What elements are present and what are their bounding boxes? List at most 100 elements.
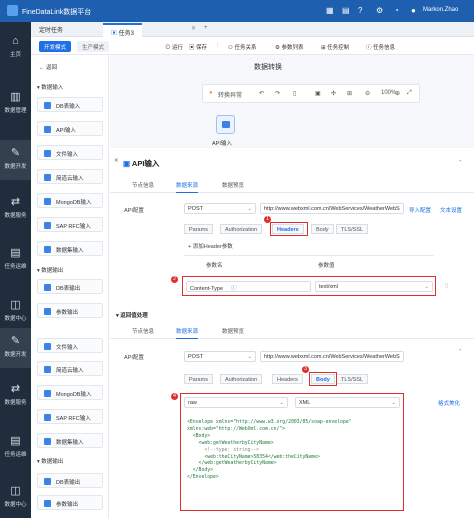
task-relation-button[interactable]: ⚇ 任务关系 xyxy=(228,43,256,51)
group-data-output[interactable]: ▾ 数据输出 xyxy=(37,266,63,274)
avatar[interactable]: ● xyxy=(411,6,416,15)
prod-mode-button[interactable]: 生产模式 xyxy=(77,41,110,52)
tab-node-info-2[interactable]: 节点信息 xyxy=(132,327,154,335)
tab-data-source-2[interactable]: 数据来源 xyxy=(176,327,199,339)
group-data-output-2[interactable]: ▾ 数据输出 xyxy=(37,457,63,465)
settings-icon[interactable]: ⚙ xyxy=(376,6,383,15)
task-ops-icon: ▤ xyxy=(10,247,21,259)
close-icon[interactable]: ✕ xyxy=(191,25,196,32)
import-config-link[interactable]: 导入配置 xyxy=(409,206,431,214)
dev-mode-button[interactable]: 开发模式 xyxy=(39,41,72,52)
node-api-input[interactable]: API输入 xyxy=(37,121,103,136)
task-info-button[interactable]: ⓘ 任务信息 xyxy=(366,43,395,51)
node-sap-input-2[interactable]: SAP RFC输入 xyxy=(37,409,103,424)
format-select[interactable]: XML ⌄ xyxy=(295,397,400,408)
method-select[interactable]: POST ⌄ xyxy=(184,203,256,214)
text-setting-link[interactable]: 文本设置 xyxy=(440,206,462,214)
abnormal-button[interactable]: 转换异常 xyxy=(218,90,242,99)
task-control-button[interactable]: ⊞ 任务控制 xyxy=(321,43,349,51)
add-header-button[interactable]: + 添加Header参数 xyxy=(188,242,233,250)
zoom-in-icon[interactable]: ⊕ xyxy=(395,90,400,97)
subtab-tls-2[interactable]: TLS/SSL xyxy=(336,374,369,384)
node-mongodb-input[interactable]: MongoDB输入 xyxy=(37,193,103,208)
tab-node-info[interactable]: 节点信息 xyxy=(132,181,154,189)
subtab-authorization[interactable]: Authorization xyxy=(220,224,263,234)
body-type-select[interactable]: raw ⌄ xyxy=(184,397,288,408)
nav-task-ops[interactable]: ▤ 任务运维 xyxy=(0,240,31,280)
subtab-body[interactable]: Body xyxy=(311,224,334,234)
node-jdy-input[interactable]: 简道云输入 xyxy=(37,169,103,184)
group-data-input[interactable]: ▾ 数据输入 xyxy=(37,83,63,91)
save-button[interactable]: ▣ 保存 xyxy=(189,43,207,51)
tab-data-source[interactable]: 数据来源 xyxy=(176,181,199,193)
delete-icon[interactable]: ▯ xyxy=(293,90,296,97)
action-bar: 开发模式 生产模式 ⊙ 运行 ▣ 保存 ⋮ ⚇ 任务关系 ⚙ 参数列表 ⊞ 任务… xyxy=(31,37,474,55)
node-db-output[interactable]: DB表输出 xyxy=(37,279,103,294)
node-mongodb-input-2[interactable]: MongoDB输入 xyxy=(37,385,103,400)
app-logo xyxy=(7,5,18,16)
url-input-2[interactable]: http://www.webxml.com.cn/WebServices/Wea… xyxy=(260,351,404,362)
fit-icon[interactable]: ⤢ xyxy=(407,90,412,97)
subtab-tls[interactable]: TLS/SSL xyxy=(336,224,369,234)
section-response[interactable]: ▾ 返回值处理 xyxy=(116,311,148,319)
flow-icon[interactable]: ⊞ xyxy=(347,90,352,97)
run-button[interactable]: ⊙ 运行 xyxy=(165,43,183,51)
expand-icon[interactable]: ⌃ xyxy=(458,160,463,166)
tab-data-preview[interactable]: 数据预览 xyxy=(222,181,244,189)
save-icon: ▣ xyxy=(189,45,197,51)
nav-task-ops-2[interactable]: ▤ 任务运维 xyxy=(0,428,31,468)
body-editor[interactable]: <Envelope xmlns="http://www.w3.org/2003/… xyxy=(187,420,352,482)
node-sap-input[interactable]: SAP RFC输入 xyxy=(37,217,103,232)
delete-row-icon[interactable]: ▯ xyxy=(445,283,448,289)
nav-data-manage[interactable]: ▥ 数据管理 xyxy=(0,84,31,124)
bell-icon[interactable]: ◔ xyxy=(394,6,399,15)
node-db-input[interactable]: DB表输入 xyxy=(37,97,103,112)
tab-scheduled-tasks[interactable]: 定时任务 xyxy=(39,25,63,34)
node-param-output-2[interactable]: 参数输出 xyxy=(37,495,103,510)
book-icon[interactable]: ▤ xyxy=(342,6,350,15)
tab-data-preview-2[interactable]: 数据预览 xyxy=(222,327,244,335)
nav-data-dev-2[interactable]: ✎ 数据开发 xyxy=(0,328,31,368)
image-icon[interactable]: ▣ xyxy=(315,90,321,97)
url-input[interactable]: http://www.webxml.com.cn/WebServices/Wea… xyxy=(260,203,404,214)
collapse-icon[interactable]: ✕ xyxy=(114,158,119,164)
redo-icon[interactable]: ↷ xyxy=(275,90,280,97)
help-icon[interactable]: ? xyxy=(358,6,362,15)
nav-data-service[interactable]: ⇄ 数据服务 xyxy=(0,189,31,229)
beautify-link[interactable]: 格式美化 xyxy=(438,399,460,407)
col-param-value: 参数值 xyxy=(318,263,335,269)
undo-icon[interactable]: ↶ xyxy=(259,90,264,97)
grid-icon[interactable]: ▦ xyxy=(326,6,334,15)
subtab-headers-2[interactable]: Headers xyxy=(272,374,303,384)
nav-data-center-2[interactable]: ◫ 数据中心 xyxy=(0,478,31,518)
tab-task-3[interactable]: ▣ 任务3 xyxy=(103,23,143,37)
subtab-params[interactable]: Params xyxy=(184,224,213,234)
crosshair-icon[interactable]: ✣ xyxy=(331,90,336,97)
param-name-input[interactable]: Content-Type ⓘ xyxy=(186,281,311,292)
back-button[interactable]: ← 返回 xyxy=(39,63,57,71)
param-value-input[interactable]: text/xml ⌄ xyxy=(315,281,433,292)
nav-data-center[interactable]: ◫ 数据中心 xyxy=(0,292,31,332)
method-select-2[interactable]: POST ⌄ xyxy=(184,351,256,362)
zoom-out-icon[interactable]: ⊖ xyxy=(365,90,370,97)
nav-home[interactable]: ⌂ 主页 xyxy=(0,28,31,68)
api-input-node[interactable] xyxy=(216,115,235,134)
node-param-output[interactable]: 参数输出 xyxy=(37,303,103,318)
more-icon[interactable]: ⋮ xyxy=(215,43,221,49)
subtab-params-2[interactable]: Params xyxy=(184,374,213,384)
node-file-input-2[interactable]: 文件输入 xyxy=(37,338,103,353)
subtab-authorization-2[interactable]: Authorization xyxy=(220,374,263,384)
add-tab-icon[interactable]: + xyxy=(204,25,208,31)
node-dataset-input[interactable]: 数据集输入 xyxy=(37,241,103,256)
nav-data-service-2[interactable]: ⇄ 数据服务 xyxy=(0,376,31,416)
collapse-up-icon[interactable]: ⌃ xyxy=(458,349,463,355)
nav-data-dev[interactable]: ✎ 数据开发 xyxy=(0,140,31,180)
node-file-input[interactable]: 文件输入 xyxy=(37,145,103,160)
node-db-output-2[interactable]: DB表输出 xyxy=(37,473,103,488)
param-list-button[interactable]: ⚙ 参数列表 xyxy=(275,43,303,51)
user-name[interactable]: Markon.Zhao xyxy=(423,7,458,13)
node-dataset-input-2[interactable]: 数据集输入 xyxy=(37,433,103,448)
transform-canvas[interactable]: 数据转换 ● 转换异常 ↶ ↷ ▯ ▣ ✣ ⊞ ⊖ 100% ⊕ ⤢ API输入 xyxy=(110,55,474,148)
node-jdy-input-2[interactable]: 简道云输入 xyxy=(37,361,103,376)
panel2-tabs: 节点信息 数据来源 数据预览 xyxy=(110,325,474,339)
